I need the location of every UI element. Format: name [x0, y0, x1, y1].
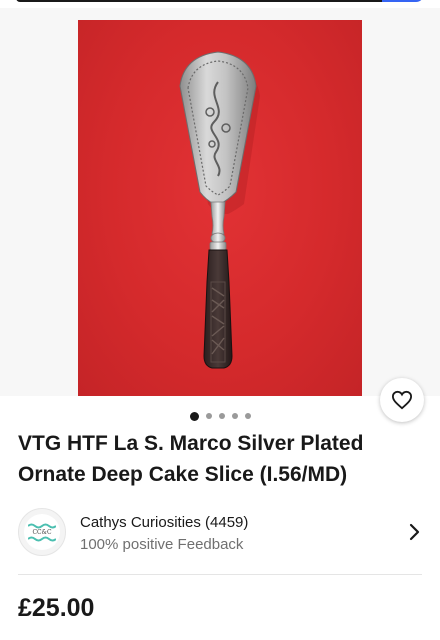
divider — [18, 574, 422, 575]
pager-dot[interactable] — [205, 413, 212, 419]
seller-name: Cathys Curiosities (4459) — [80, 514, 249, 531]
avatar-text: CC&C — [32, 528, 52, 536]
chevron-right-icon — [409, 523, 420, 541]
listing-price: £25.00 — [18, 594, 95, 622]
avatar-wave-icon — [28, 536, 56, 541]
seller-info-row[interactable]: CC&C Cathys Curiosities (4459) 100% posi… — [0, 502, 440, 562]
search-button[interactable] — [382, 0, 424, 2]
listing-title-line1: VTG HTF La S. Marco Silver Plated — [18, 432, 364, 455]
image-pager[interactable] — [0, 410, 440, 422]
seller-avatar: CC&C — [18, 508, 66, 556]
search-bar-area — [0, 0, 440, 8]
seller-feedback: 100% positive Feedback — [80, 536, 244, 553]
pager-dot-active[interactable] — [189, 411, 199, 421]
listing-title-line2: Ornate Deep Cake Slice (I.56/MD) — [18, 463, 348, 486]
heart-icon — [391, 390, 413, 410]
product-image[interactable] — [78, 20, 362, 396]
pager-dot[interactable] — [231, 413, 238, 419]
search-input[interactable] — [16, 0, 396, 2]
pager-dot[interactable] — [244, 413, 251, 419]
image-gallery[interactable] — [0, 8, 440, 422]
listing-title: VTG HTF La S. Marco Silver Plated Ornate… — [18, 428, 418, 490]
pager-dot[interactable] — [218, 413, 225, 419]
